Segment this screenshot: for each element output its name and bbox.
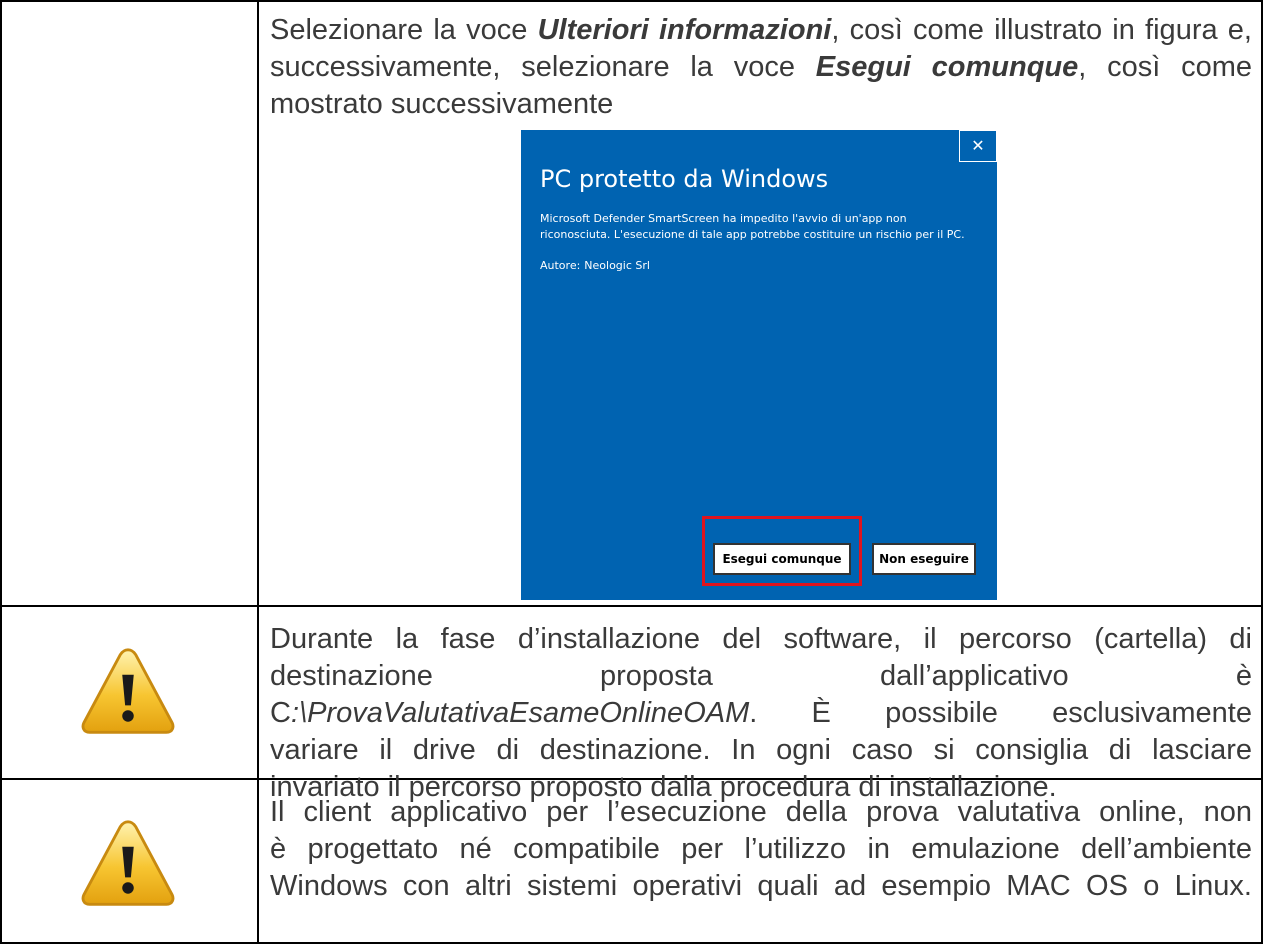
dialog-message: Microsoft Defender SmartScreen ha impedi… bbox=[540, 212, 965, 241]
row2-line-1: Durante la fase d’installazione del soft… bbox=[270, 623, 1252, 655]
row3-line-1: Il client applicativo per l’esecuzione d… bbox=[270, 796, 1252, 828]
row3-line-3: Windows con altri sistemi operativi qual… bbox=[270, 870, 1252, 902]
row2-warning-text: Durante la fase d’installazione del soft… bbox=[270, 621, 1252, 806]
table-border-top bbox=[0, 0, 1263, 2]
row2-line-2: destinazione proposta dall’applicativo è bbox=[270, 660, 1252, 692]
esegui-comunque-term: Esegui comunque bbox=[815, 51, 1079, 83]
warning-icon bbox=[80, 818, 176, 910]
row2-line-3: C:\ProvaValutativaEsameOnlineOAM. È poss… bbox=[270, 695, 1252, 732]
row1-instruction: Selezionare la voce Ulteriori informazio… bbox=[270, 12, 1252, 123]
table-border-left bbox=[0, 0, 2, 944]
close-icon[interactable]: ✕ bbox=[959, 130, 997, 162]
author-label: Autore: bbox=[540, 259, 581, 272]
dialog-author: Autore: Neologic Srl bbox=[540, 258, 650, 274]
row2-line-4: variare il drive di destinazione. In ogn… bbox=[270, 734, 1252, 766]
row2-line-3-rest: . È possibile esclusivamente bbox=[749, 697, 1252, 729]
ulteriori-informazioni-term: Ulteriori informazioni bbox=[537, 14, 832, 46]
dont-run-button[interactable]: Non eseguire bbox=[872, 543, 976, 575]
dialog-title: PC protetto da Windows bbox=[540, 165, 829, 193]
column-divider bbox=[257, 0, 259, 944]
warning-icon bbox=[80, 646, 176, 738]
row-divider-1 bbox=[0, 605, 1263, 607]
path-drive: C bbox=[270, 697, 291, 729]
author-value: Neologic Srl bbox=[584, 259, 650, 272]
run-anyway-highlight bbox=[702, 516, 862, 586]
row3-line-2: è progettato né compatibile per l’utiliz… bbox=[270, 833, 1252, 865]
row1-text-a: Selezionare la voce bbox=[270, 14, 538, 46]
row3-warning-text: Il client applicativo per l’esecuzione d… bbox=[270, 794, 1252, 905]
install-path: :\ProvaValutativaEsameOnlineOAM bbox=[290, 697, 750, 729]
